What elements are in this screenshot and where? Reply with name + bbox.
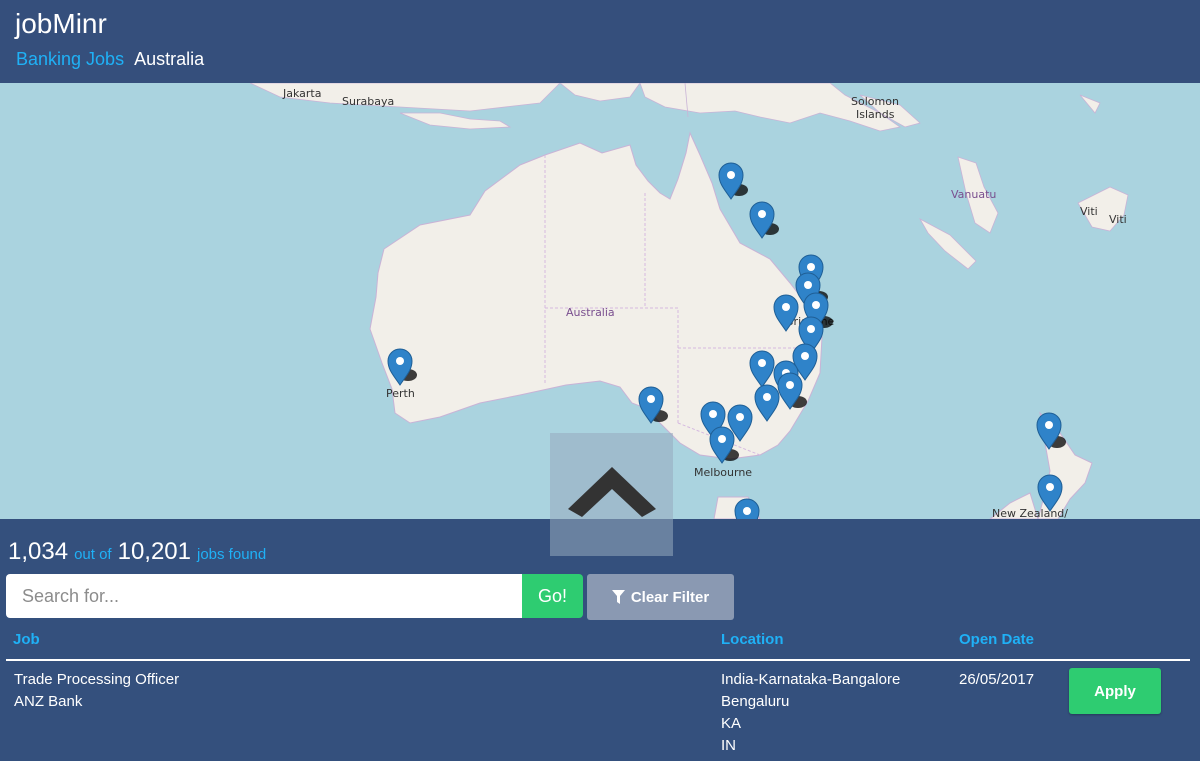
results-total-value: 10,201 — [117, 538, 191, 565]
header: jobMinr Banking Jobs Australia — [0, 0, 1200, 83]
map-label-viti-1: Viti — [1080, 205, 1098, 218]
breadcrumb-link-banking-jobs[interactable]: Banking Jobs — [16, 49, 124, 69]
results-out-of-label: out of — [74, 546, 112, 563]
app-title[interactable]: jobMinr — [15, 8, 107, 40]
map-label-new-zealand: New Zealand/ — [992, 507, 1068, 519]
job-title[interactable]: Trade Processing Officer — [14, 669, 179, 691]
job-company: ANZ Bank — [14, 693, 83, 710]
location-line: Bengaluru — [721, 693, 790, 710]
search-input[interactable] — [6, 574, 523, 618]
map-label-vanuatu: Vanuatu — [951, 188, 996, 201]
map-label-australia: Australia — [566, 306, 615, 319]
apply-button[interactable]: Apply — [1069, 668, 1161, 714]
go-button[interactable]: Go! — [522, 574, 583, 618]
clear-filter-button[interactable]: Clear Filter — [587, 574, 734, 620]
breadcrumb: Banking Jobs Australia — [16, 49, 204, 70]
results-count-value: 1,034 — [8, 538, 69, 565]
map-label-surabaya: Surabaya — [342, 95, 394, 108]
filter-icon — [611, 590, 625, 604]
map-label-solomon: Solomon — [851, 95, 899, 108]
map-label-viti-2: Viti — [1109, 213, 1127, 226]
location-line: IN — [721, 737, 736, 754]
results-found-label: jobs found — [197, 546, 267, 563]
location-line: India-Karnataka-Bangalore — [721, 671, 901, 688]
map-label-islands: Islands — [856, 108, 895, 121]
results-count: 1,034 out of 10,201 jobs found — [8, 538, 272, 566]
map-label-melbourne: Melbourne — [694, 466, 752, 479]
column-header-open-date[interactable]: Open Date — [959, 631, 1034, 648]
breadcrumb-current: Australia — [134, 49, 205, 69]
column-header-job[interactable]: Job — [13, 631, 40, 648]
map-label-perth: Perth — [386, 387, 415, 400]
column-header-location[interactable]: Location — [721, 631, 784, 648]
map-marker-icon[interactable] — [734, 498, 760, 519]
map-toggle-button[interactable] — [550, 433, 673, 556]
map-label-jakarta: Jakarta — [282, 87, 321, 100]
location-line: KA — [721, 715, 742, 732]
chevron-up-icon — [568, 467, 656, 517]
table-row: Trade Processing Officer ANZ Bank India-… — [0, 661, 1200, 761]
job-cell: Trade Processing Officer ANZ Bank — [14, 669, 179, 713]
open-date-cell: 26/05/2017 — [959, 671, 1035, 688]
clear-filter-label: Clear Filter — [630, 588, 710, 606]
location-cell: India-Karnataka-Bangalore Bengaluru KA I… — [721, 669, 900, 757]
